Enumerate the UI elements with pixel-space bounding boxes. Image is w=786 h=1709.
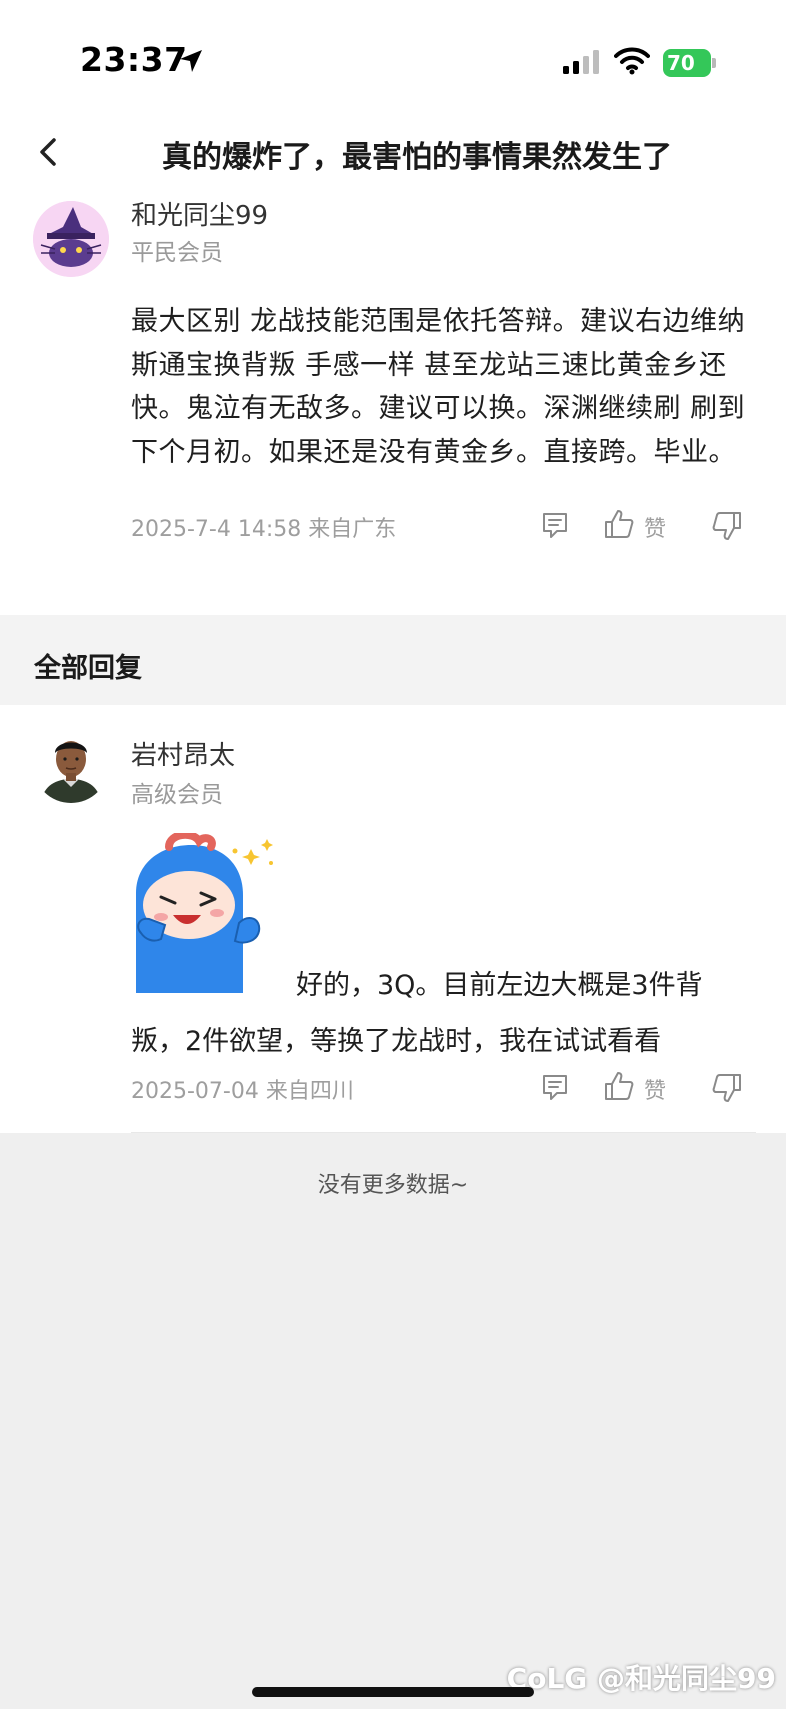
comment-icon[interactable]	[540, 1072, 570, 1106]
cellular-signal-icon	[563, 50, 603, 78]
section-header: 全部回复	[0, 615, 786, 705]
status-bar: 23:37 70	[0, 0, 786, 110]
wifi-icon	[614, 47, 650, 79]
watermark: CoLG @和光同尘99	[506, 1662, 776, 1695]
member-level: 高级会员	[131, 782, 223, 808]
location-arrow-icon	[178, 48, 204, 78]
avatar[interactable]	[33, 201, 109, 277]
avatar[interactable]	[33, 727, 109, 803]
like-label[interactable]: 赞	[644, 1073, 666, 1105]
member-level: 平民会员	[131, 240, 223, 266]
thumbs-up-icon[interactable]	[603, 1070, 635, 1106]
battery-tip	[712, 58, 716, 68]
thumbs-up-icon[interactable]	[603, 508, 635, 544]
page-title: 真的爆炸了，最害怕的事情果然发生了	[162, 140, 672, 175]
reply-meta: 2025-07-04 来自四川	[131, 1079, 354, 1104]
comment-icon[interactable]	[540, 510, 570, 544]
nav-bar: 真的爆炸了，最害怕的事情果然发生了	[0, 118, 786, 188]
list-footer: 没有更多数据~ CoLG @和光同尘99	[0, 1133, 786, 1709]
battery-icon: 70	[663, 49, 711, 77]
reply-text: 好的，3Q。目前左边大概是3件背叛，2件欲望，等换了龙战时，我在试试看看	[131, 970, 703, 1057]
reply-item: 岩村昂太 高级会员 好的，3Q。目前左边大概是3件背叛，2件欲望，等换了龙战时，…	[0, 705, 786, 1133]
status-time: 23:37	[80, 40, 188, 79]
like-label[interactable]: 赞	[644, 511, 666, 543]
reply-content: 好的，3Q。目前左边大概是3件背叛，2件欲望，等换了龙战时，我在试试看看	[131, 958, 756, 1070]
no-more-data-text: 没有更多数据~	[317, 1173, 469, 1198]
username[interactable]: 岩村昂太	[131, 735, 235, 772]
thumbs-down-icon[interactable]	[711, 510, 743, 546]
battery-level: 70	[667, 51, 695, 75]
post-content: 最大区别 龙战技能范围是依托答辩。建议右边维纳斯通宝换背叛 手感一样 甚至龙站三…	[131, 306, 746, 468]
section-title: 全部回复	[34, 653, 142, 684]
username[interactable]: 和光同尘99	[131, 195, 268, 232]
post-meta: 2025-7-4 14:58 来自广东	[131, 517, 397, 542]
home-indicator[interactable]	[252, 1687, 534, 1697]
thumbs-down-icon[interactable]	[711, 1072, 743, 1108]
